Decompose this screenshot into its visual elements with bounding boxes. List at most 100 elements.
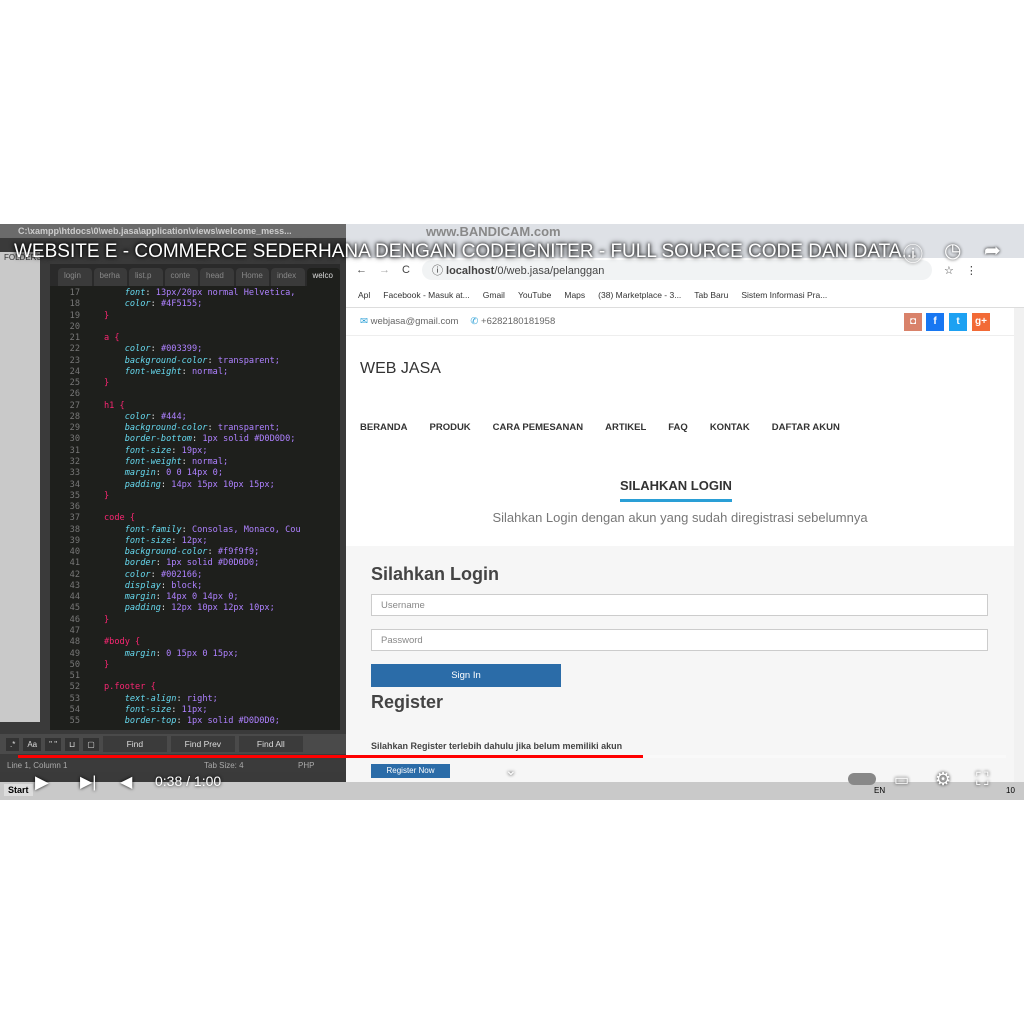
tab-size[interactable]: Tab Size: 4 [204, 760, 244, 772]
subtitles-icon[interactable]: ▭ [894, 770, 909, 790]
share-icon[interactable]: ➦ [984, 238, 1001, 263]
language-indicator[interactable]: EN [874, 786, 885, 795]
video-title[interactable]: WEBSITE E - COMMERCE SEDERHANA DENGAN CO… [14, 241, 917, 263]
nav-item[interactable]: BERANDA [360, 422, 408, 433]
line-number: 22 [69, 344, 80, 355]
code-line: 47 [50, 626, 340, 637]
play-icon[interactable]: ▶ [35, 772, 49, 793]
value: block; [171, 580, 203, 591]
video-player[interactable]: C:\xampp\htdocs\0\web.jasa\application\v… [0, 224, 1024, 800]
bookmark[interactable]: Sistem Informasi Pra... [741, 290, 827, 300]
url-input[interactable]: ⓘ localhost/0/web.jasa/pelanggan [421, 260, 932, 280]
word-toggle[interactable]: " " [45, 737, 62, 751]
start-button[interactable]: Start [4, 784, 33, 796]
code-line: 36 [50, 502, 340, 513]
in-selection-toggle[interactable]: ▢ [83, 737, 99, 751]
nav-item[interactable]: KONTAK [710, 422, 750, 433]
site-brand[interactable]: WEB JASA [360, 360, 441, 378]
googleplus-icon[interactable]: g+ [972, 313, 990, 331]
selector: } [104, 614, 110, 625]
find-prev-button[interactable]: Find Prev [170, 736, 235, 752]
line-number: 27 [69, 400, 80, 411]
forward-icon[interactable]: → [379, 264, 390, 276]
editor-tab[interactable]: conte [164, 268, 198, 286]
line-number: 23 [69, 355, 80, 366]
gear-icon[interactable]: ⚙ [935, 769, 951, 790]
info-icon[interactable]: ⓘ [903, 238, 923, 267]
bookmark[interactable]: Tab Baru [694, 290, 728, 300]
bookmark[interactable]: YouTube [518, 290, 551, 300]
autoplay-toggle[interactable] [848, 773, 876, 785]
property: background-color [124, 423, 208, 434]
editor-tab[interactable]: login [58, 268, 92, 286]
property: background-color [124, 355, 208, 366]
login-subtitle: Silahkan Login dengan akun yang sudah di… [492, 510, 868, 525]
back-icon[interactable]: ← [356, 264, 367, 276]
editor-tab[interactable]: welco [306, 268, 340, 286]
bookmark[interactable]: Gmail [483, 290, 505, 300]
syntax-mode[interactable]: PHP [298, 760, 314, 772]
code-line: 21 a { [50, 333, 340, 344]
editor-tab[interactable]: head [200, 268, 234, 286]
username-input[interactable]: Username [371, 594, 988, 616]
bookmark[interactable]: Maps [564, 290, 585, 300]
nav-item[interactable]: FAQ [668, 422, 688, 433]
line-number: 34 [69, 479, 80, 490]
login-form: Silahkan Login Username Password Sign In… [346, 546, 1014, 782]
line-number: 52 [69, 682, 80, 693]
line-number: 30 [69, 434, 80, 445]
regex-toggle[interactable]: .* [6, 737, 20, 751]
exit-fullscreen-icon[interactable]: ⛶ [976, 769, 989, 790]
selector: } [104, 378, 110, 389]
register-button[interactable]: Register Now [371, 764, 450, 778]
chevron-down-icon[interactable]: ⌄ [505, 762, 517, 779]
selector: } [104, 659, 110, 670]
code-line: 34 padding: 14px 15px 10px 15px; [50, 480, 340, 491]
password-input[interactable]: Password [371, 629, 988, 651]
watch-later-icon[interactable]: ◷ [944, 238, 961, 263]
twitter-icon[interactable]: t [949, 313, 967, 331]
nav-item[interactable]: DAFTAR AKUN [772, 422, 840, 433]
value: #4F5155; [160, 299, 203, 310]
code-line: 37 code { [50, 513, 340, 524]
editor-tab[interactable]: list.p [129, 268, 163, 286]
star-icon[interactable]: ☆ [944, 264, 954, 277]
code-line: 48 #body { [50, 637, 340, 648]
line-number: 48 [69, 637, 80, 648]
phone: ✆ +6282180181958 [470, 316, 555, 327]
line-number: 32 [69, 456, 80, 467]
code-line: 50} [50, 660, 340, 671]
property: padding [124, 479, 161, 490]
editor-tab[interactable]: berha [93, 268, 127, 286]
editor-tab[interactable]: index [271, 268, 305, 286]
menu-icon[interactable]: ⋮ [966, 264, 977, 277]
instagram-icon[interactable]: ◘ [904, 313, 922, 331]
tab-login[interactable]: SILAHKAN LOGIN [620, 478, 732, 502]
case-toggle[interactable]: Aa [23, 737, 42, 751]
reload-icon[interactable]: C [402, 264, 410, 276]
find-button[interactable]: Find [102, 736, 167, 752]
progress-bar[interactable] [18, 755, 1006, 758]
wrap-toggle[interactable]: ⊔ [65, 737, 80, 751]
value: transparent; [217, 423, 280, 434]
line-number: 26 [69, 389, 80, 400]
code-line: 23 background-color: transparent; [50, 356, 340, 367]
next-icon[interactable]: ▶| [80, 772, 96, 792]
bookmark[interactable]: Apl [358, 290, 370, 300]
facebook-icon[interactable]: f [926, 313, 944, 331]
nav-item[interactable]: CARA PEMESANAN [493, 422, 583, 433]
nav-item[interactable]: PRODUK [430, 422, 471, 433]
find-all-button[interactable]: Find All [238, 736, 303, 752]
time-display: 0:38 / 1:00 [155, 773, 222, 789]
property: margin [124, 468, 156, 479]
folder-sidebar: FOLDERS [0, 252, 42, 722]
editor-tab[interactable]: Home [235, 268, 269, 286]
bookmark[interactable]: (38) Marketplace - 3... [598, 290, 681, 300]
email: ✉ webjasa@gmail.com [360, 316, 458, 327]
sign-in-button[interactable]: Sign In [371, 664, 561, 687]
line-number: 44 [69, 592, 80, 603]
nav-item[interactable]: ARTIKEL [605, 422, 646, 433]
line-number: 43 [69, 580, 80, 591]
volume-icon[interactable]: ◀ [120, 772, 132, 792]
bookmark[interactable]: Facebook - Masuk at... [383, 290, 469, 300]
